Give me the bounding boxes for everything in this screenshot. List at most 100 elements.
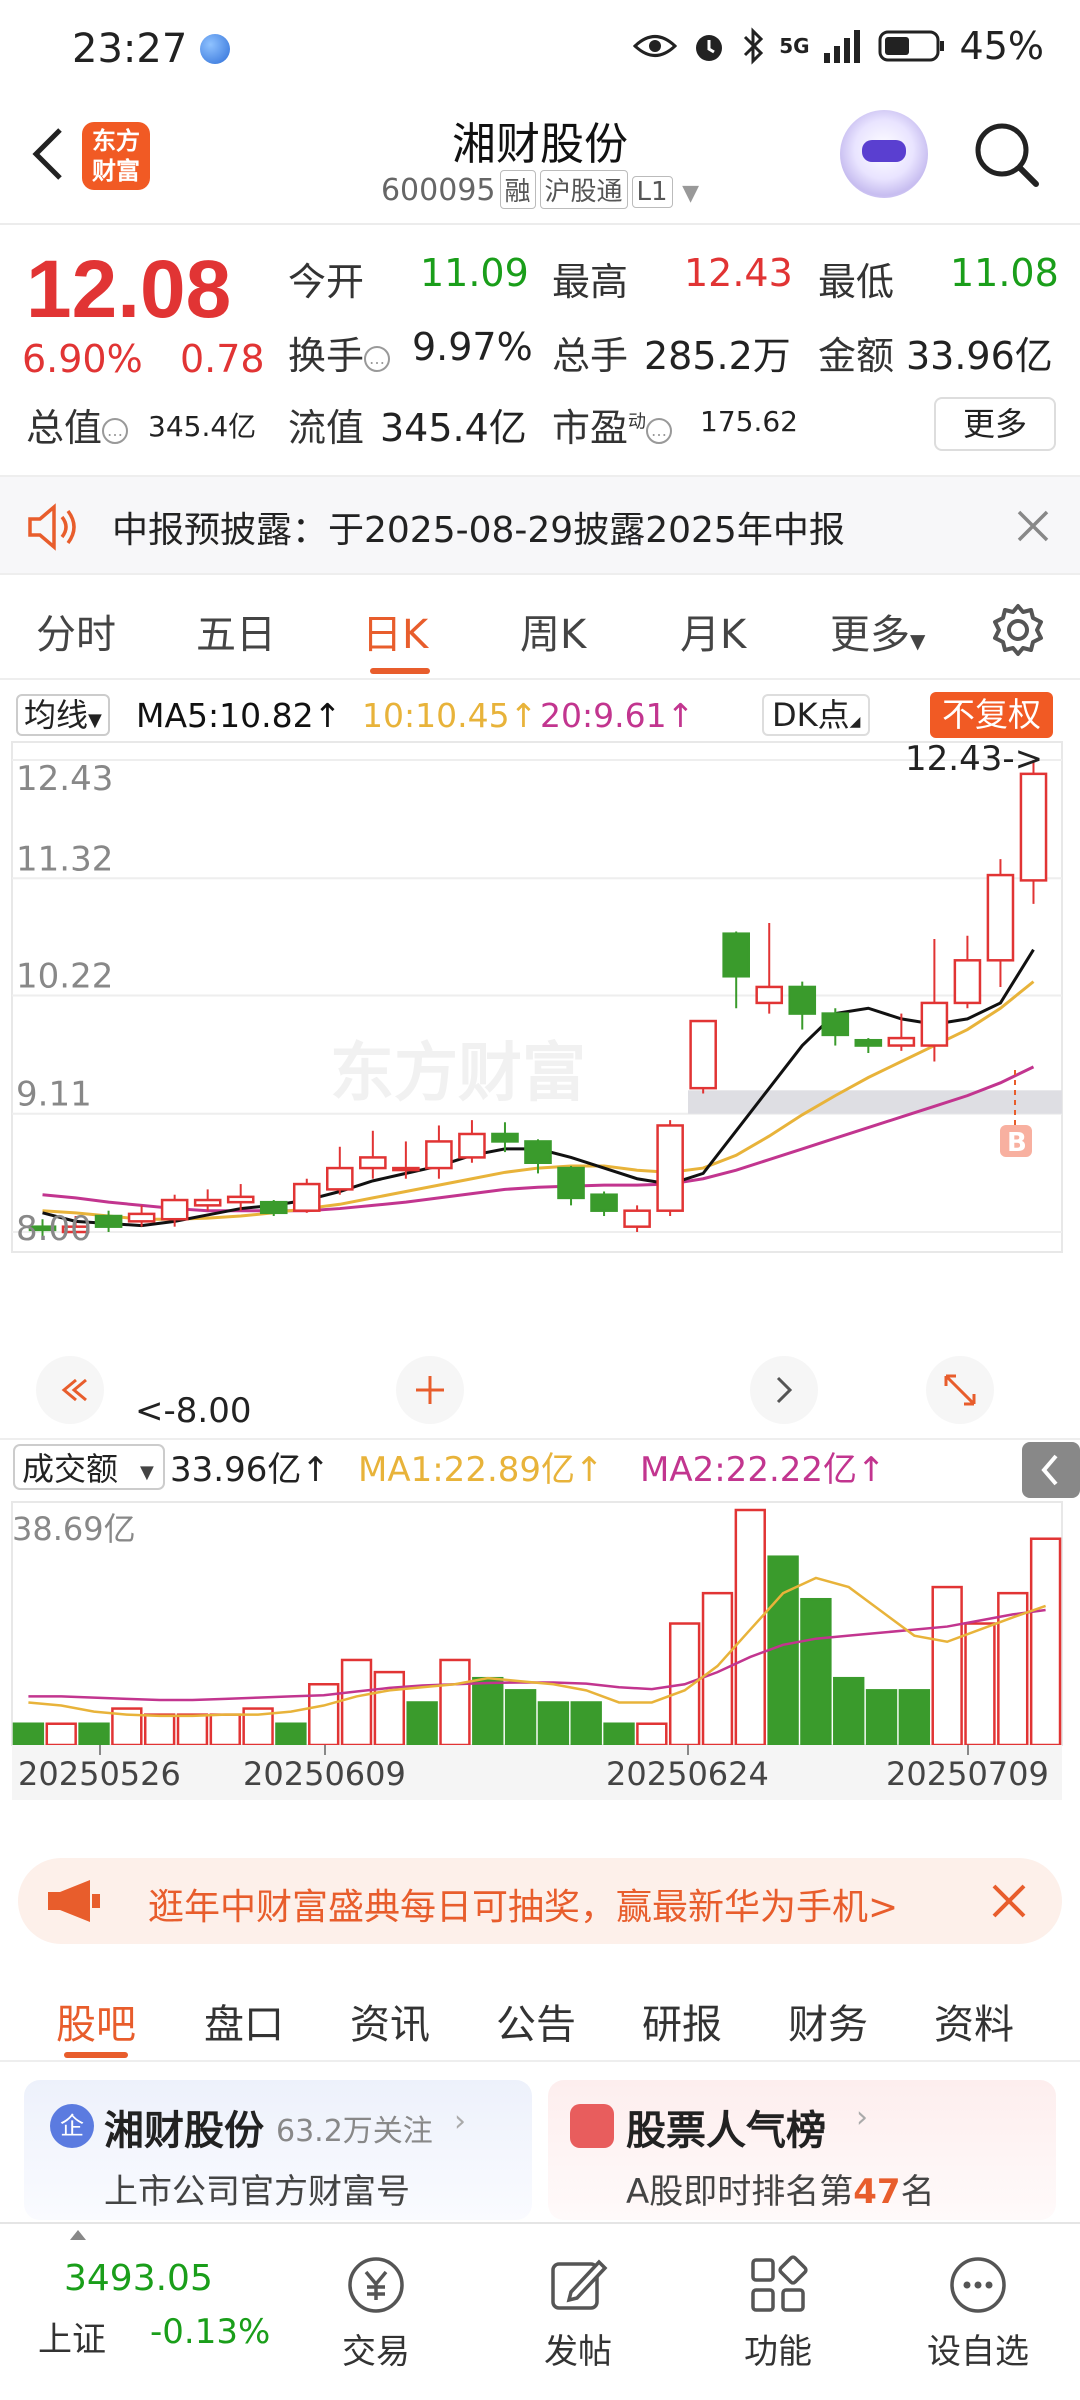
- subtab-profile[interactable]: 资料: [934, 1992, 1014, 2050]
- adjust-button[interactable]: 不复权: [930, 692, 1053, 738]
- notice-text: 中报预披露：于2025-08-29披露2025年中报: [112, 510, 845, 551]
- amount-value: 33.96亿: [906, 334, 1053, 378]
- volume-ma2-line: [28, 1608, 1046, 1702]
- promo-banner[interactable]: 逛年中财富盛典每日可抽奖，赢最新华为手机>: [18, 1858, 1062, 1944]
- volume-bar: [373, 1670, 406, 1747]
- fullscreen-button[interactable]: [926, 1356, 994, 1424]
- volume-select-label: 成交额: [22, 1450, 118, 1488]
- rank-prefix: A股即时排名第: [626, 2172, 854, 2212]
- search-icon[interactable]: [972, 120, 1042, 190]
- tab-more[interactable]: 更多▼: [830, 602, 925, 660]
- volume-axis-max: 38.69亿: [12, 1510, 136, 1548]
- network-label: 5G: [779, 34, 810, 58]
- date-label: 20250526: [18, 1755, 181, 1793]
- info-icon[interactable]: …: [646, 417, 673, 444]
- nav-trade[interactable]: 交易: [306, 2254, 446, 2373]
- subtab-news[interactable]: 资讯: [350, 1992, 430, 2050]
- popularity-card[interactable]: 股票人气榜 › A股即时排名第47名: [548, 2080, 1056, 2220]
- candle-body: [259, 1200, 288, 1215]
- edit-icon: [551, 2259, 608, 2310]
- tab-intraday[interactable]: 分时: [36, 602, 116, 660]
- volume-bar: [12, 1722, 45, 1747]
- tag-margin: 融: [499, 170, 536, 209]
- volume-label: 总手: [552, 334, 629, 378]
- nav-post[interactable]: 发帖: [508, 2254, 648, 2373]
- subtab-forum[interactable]: 股吧: [56, 1992, 136, 2050]
- nav-add-watchlist[interactable]: 设自选: [908, 2254, 1048, 2373]
- volume-select[interactable]: 成交额 ▼: [13, 1444, 165, 1490]
- high-annotation: 12.43->: [905, 740, 1043, 779]
- official-account-card[interactable]: 企 湘财股份 63.2万关注 › 上市公司官方财富号: [24, 2080, 532, 2220]
- volume-bar: [537, 1701, 570, 1747]
- zoom-in-button[interactable]: [396, 1356, 464, 1424]
- candle-body: [1019, 772, 1048, 882]
- volume-bar: [931, 1585, 963, 1747]
- volume-bar: [1029, 1537, 1062, 1747]
- volume-bar: [275, 1722, 307, 1747]
- volume-bar: [570, 1701, 602, 1747]
- kline-grid: [11, 741, 1063, 1253]
- candle-body: [986, 873, 1015, 962]
- turnover-value: 9.97%: [412, 325, 533, 369]
- volume-total: 33.96亿↑: [170, 1450, 330, 1490]
- scroll-left-button[interactable]: [36, 1356, 104, 1424]
- volume-bar: [800, 1597, 832, 1747]
- tab-more-label: 更多: [830, 612, 910, 658]
- close-icon[interactable]: [1016, 509, 1050, 543]
- gear-icon[interactable]: [990, 602, 1046, 658]
- date-label: 20250624: [606, 1755, 769, 1793]
- tab-five-day[interactable]: 五日: [196, 602, 276, 660]
- price-axis-labels: 12.43 11.32 10.22 9.11 8.00: [16, 759, 113, 1249]
- tab-weekly-k[interactable]: 周K: [520, 602, 586, 660]
- nav-functions[interactable]: 功能: [708, 2254, 848, 2373]
- dropdown-triangle-icon: ▼: [88, 710, 102, 731]
- volume-bar: [209, 1713, 241, 1747]
- svg-text:B: B: [1007, 1128, 1027, 1158]
- app-notification-icon: [200, 34, 230, 64]
- volume-value: 285.2万: [644, 334, 791, 378]
- assistant-robot-avatar[interactable]: [840, 110, 928, 198]
- pe-label-text: 市盈: [552, 406, 629, 450]
- ma-type-select[interactable]: 均线▼: [16, 694, 110, 736]
- candle-body: [292, 1182, 321, 1212]
- price-axis-label: 10.22: [16, 956, 113, 996]
- tab-daily-k[interactable]: 日K: [362, 602, 428, 660]
- change-percent: 6.90%: [22, 337, 143, 381]
- grid-icon: [751, 2255, 808, 2312]
- eye-icon: [633, 35, 678, 57]
- next-button[interactable]: [750, 1356, 818, 1424]
- candle-body: [226, 1195, 255, 1204]
- candle-body: [160, 1198, 189, 1221]
- more-quote-button[interactable]: 更多: [934, 397, 1056, 451]
- tab-monthly-k[interactable]: 月K: [680, 602, 746, 660]
- status-bar: 23:27 5G 45%: [0, 0, 1080, 100]
- dk-point-label: DK点: [772, 696, 850, 734]
- kline-chart[interactable]: 东方财富 12.43 11.32 10.22 9.11 8.00 12.43-> <-8…: [0, 740, 1080, 1830]
- subtab-finance[interactable]: 财务: [788, 1992, 868, 2050]
- info-icon[interactable]: …: [102, 417, 129, 444]
- volume-bar: [833, 1676, 865, 1747]
- volume-ma2: MA2:22.22亿↑: [640, 1450, 886, 1490]
- info-icon[interactable]: …: [364, 345, 391, 372]
- notice-bar[interactable]: 中报预披露：于2025-08-29披露2025年中报: [0, 475, 1080, 575]
- chevron-right-icon: ›: [856, 2100, 868, 2135]
- support-zone: [688, 1090, 1062, 1114]
- index-name: 上证: [38, 2320, 106, 2360]
- volume-bar: [472, 1676, 504, 1747]
- candle-body: [821, 1012, 850, 1037]
- subtab-announcements[interactable]: 公告: [496, 1992, 576, 2050]
- candle-body: [854, 1038, 883, 1047]
- subtab-orderbook[interactable]: 盘口: [204, 1992, 284, 2050]
- pe-sup: 动: [628, 411, 647, 433]
- collapse-side-button[interactable]: [1022, 1442, 1080, 1498]
- pe-value: 175.62: [700, 405, 798, 438]
- price-axis-label: 12.43: [16, 759, 113, 799]
- low-annotation: <-8.00: [135, 1391, 251, 1431]
- close-icon[interactable]: [990, 1882, 1028, 1920]
- dk-point-button[interactable]: DK点◢: [762, 694, 871, 736]
- subtab-research[interactable]: 研报: [642, 1992, 722, 2050]
- float-label: 流值: [288, 406, 365, 450]
- expand-up-icon[interactable]: [70, 2230, 86, 2240]
- candle-body: [127, 1212, 156, 1223]
- ma10-value: 10:10.45↑: [362, 696, 538, 735]
